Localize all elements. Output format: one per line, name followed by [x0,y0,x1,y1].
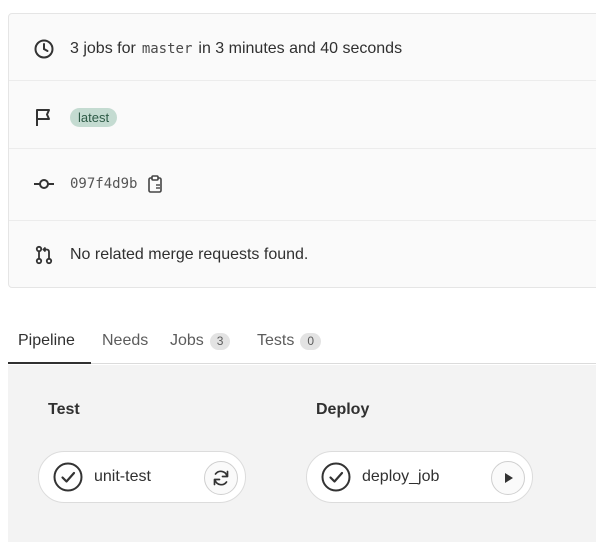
retry-button[interactable] [204,461,238,495]
retry-icon [211,468,231,488]
play-button[interactable] [491,461,525,495]
clipboard-icon[interactable] [147,175,163,193]
pipeline-info-card: 3 jobs for master in 3 minutes and 40 se… [8,13,596,288]
merge-requests-row: No related merge requests found. [9,240,596,270]
play-icon [501,471,515,485]
pipeline-badges-row: latest [9,102,596,132]
job-unit-test[interactable]: unit-test [38,451,246,503]
status-success-icon [52,461,84,493]
commit-sha-link[interactable]: 097f4d9b [70,176,137,192]
tab-jobs-label: Jobs [170,332,204,349]
commit-icon [33,173,55,195]
jobs-count-text: 3 jobs for [70,40,136,57]
flag-icon [33,106,55,128]
tests-count-badge: 0 [300,332,322,350]
pipeline-tabs: Pipeline Needs Jobs 3 Tests 0 [8,318,596,364]
job-name: deploy_job [362,468,440,485]
tab-tests[interactable]: Tests 0 [257,318,322,364]
tab-tests-label: Tests [257,332,295,349]
job-deploy-job[interactable]: deploy_job [306,451,533,503]
job-name: unit-test [94,468,151,485]
active-tab-indicator [8,362,91,364]
tab-jobs[interactable]: Jobs 3 [170,318,231,364]
jobs-count-badge: 3 [209,332,231,350]
tab-needs[interactable]: Needs [102,318,148,364]
tab-pipeline[interactable]: Pipeline [18,318,75,364]
latest-badge: latest [70,107,118,127]
clock-icon [33,38,55,60]
pipeline-summary-row: 3 jobs for master in 3 minutes and 40 se… [9,34,596,64]
tab-needs-label: Needs [102,332,149,349]
stage-title-deploy: Deploy [316,401,370,418]
commit-row: 097f4d9b [9,169,596,199]
merge-request-icon [33,244,55,266]
branch-name[interactable]: master [142,41,193,57]
merge-requests-text: No related merge requests found. [70,246,309,263]
tab-pipeline-label: Pipeline [18,332,75,349]
pipeline-graph: Test unit-test Deploy deploy_job [8,365,596,542]
duration-text: in 3 minutes and 40 seconds [198,40,403,57]
stage-title-test: Test [48,401,80,418]
status-success-icon [320,461,352,493]
